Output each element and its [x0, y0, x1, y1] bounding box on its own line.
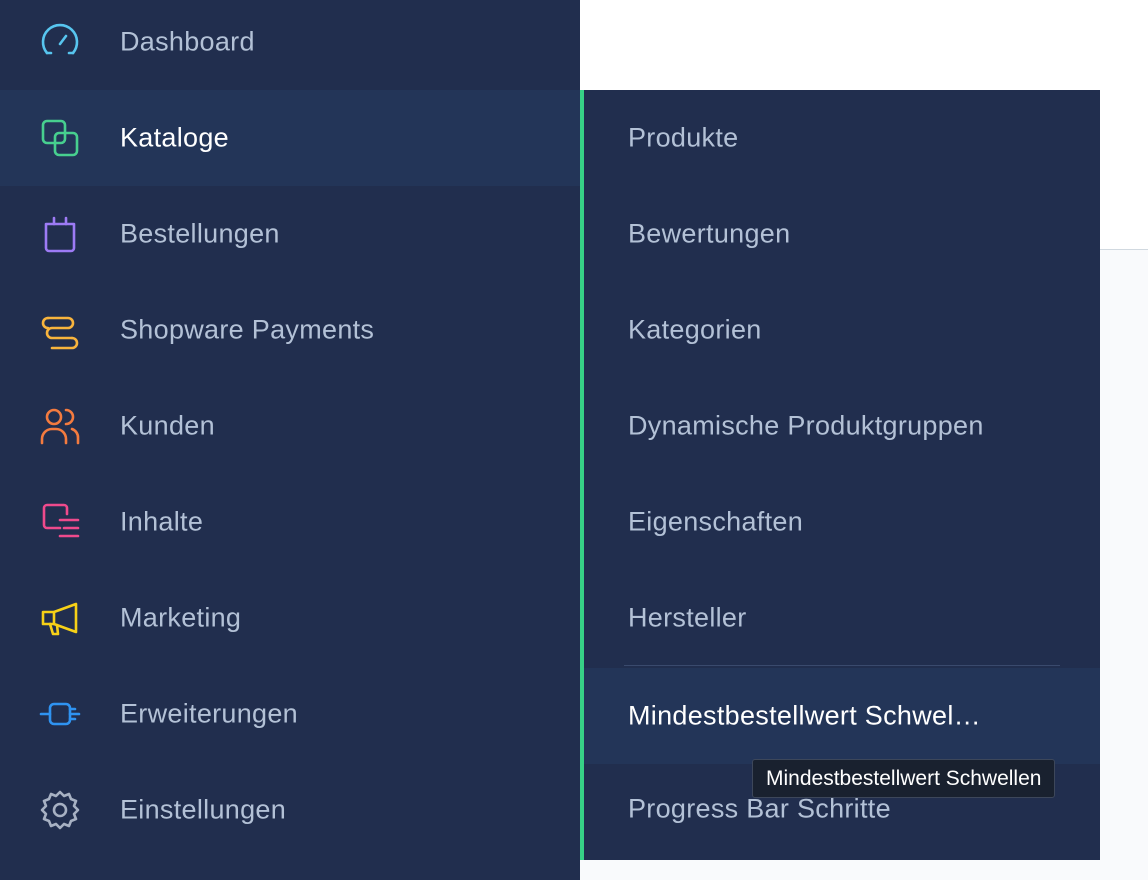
- submenu-item-produkte[interactable]: Produkte: [584, 90, 1100, 186]
- sidebar-item-marketing[interactable]: Marketing: [0, 570, 580, 666]
- submenu-item-label: Kategorien: [628, 314, 762, 345]
- submenu-item-label: Dynamische Produktgruppen: [628, 410, 984, 441]
- submenu-item-label: Produkte: [628, 122, 739, 153]
- copy-icon: [36, 114, 84, 162]
- shopping-bag-icon: [36, 210, 84, 258]
- sidebar-item-label: Inhalte: [120, 506, 204, 537]
- sidebar-item-einstellungen[interactable]: Einstellungen: [0, 762, 580, 858]
- main-sidebar: Dashboard Kataloge Bestellungen Shopware…: [0, 0, 580, 880]
- sidebar-item-kunden[interactable]: Kunden: [0, 378, 580, 474]
- gauge-icon: [36, 18, 84, 66]
- sidebar-item-dashboard[interactable]: Dashboard: [0, 0, 580, 90]
- sidebar-item-label: Einstellungen: [120, 794, 287, 825]
- gear-icon: [36, 786, 84, 834]
- submenu-item-hersteller[interactable]: Hersteller: [584, 570, 1100, 666]
- submenu-item-label: Progress Bar Schritte: [628, 793, 891, 824]
- submenu-item-label: Hersteller: [628, 602, 747, 633]
- users-icon: [36, 402, 84, 450]
- sidebar-item-label: Marketing: [120, 602, 242, 633]
- megaphone-icon: [36, 594, 84, 642]
- sidebar-item-kataloge[interactable]: Kataloge: [0, 90, 580, 186]
- sidebar-item-bestellungen[interactable]: Bestellungen: [0, 186, 580, 282]
- payment-icon: [36, 306, 84, 354]
- sidebar-item-inhalte[interactable]: Inhalte: [0, 474, 580, 570]
- submenu-item-kategorien[interactable]: Kategorien: [584, 282, 1100, 378]
- sidebar-item-erweiterungen[interactable]: Erweiterungen: [0, 666, 580, 762]
- sidebar-item-label: Bestellungen: [120, 218, 280, 249]
- sidebar-item-label: Dashboard: [120, 26, 255, 57]
- submenu-item-bewertungen[interactable]: Bewertungen: [584, 186, 1100, 282]
- submenu-divider: [624, 665, 1060, 666]
- sidebar-item-shopware-payments[interactable]: Shopware Payments: [0, 282, 580, 378]
- content-icon: [36, 498, 84, 546]
- sidebar-item-label: Kunden: [120, 410, 215, 441]
- submenu-item-mindestbestellwert-schwellen[interactable]: Mindestbestellwert Schwel…: [584, 668, 1100, 764]
- tooltip: Mindestbestellwert Schwellen: [752, 759, 1056, 798]
- submenu-item-eigenschaften[interactable]: Eigenschaften: [584, 474, 1100, 570]
- sidebar-item-label: Erweiterungen: [120, 698, 299, 729]
- sidebar-item-label: Shopware Payments: [120, 314, 375, 345]
- sidebar-item-label: Kataloge: [120, 122, 229, 153]
- plug-icon: [36, 690, 84, 738]
- submenu-item-dynamische-produktgruppen[interactable]: Dynamische Produktgruppen: [584, 378, 1100, 474]
- submenu-item-label: Bewertungen: [628, 218, 791, 249]
- kataloge-flyout-menu: Produkte Bewertungen Kategorien Dynamisc…: [580, 90, 1100, 860]
- submenu-item-label: Mindestbestellwert Schwel…: [628, 700, 981, 731]
- submenu-item-label: Eigenschaften: [628, 506, 804, 537]
